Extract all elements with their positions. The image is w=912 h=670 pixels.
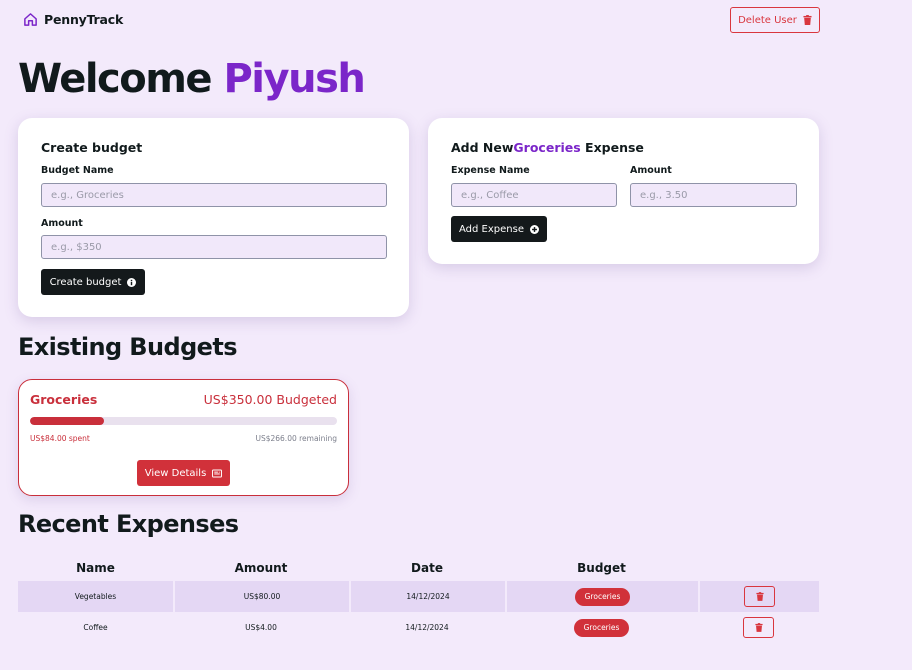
column-header-name: Name: [76, 561, 115, 575]
budget-name-label: Budget Name: [41, 165, 114, 176]
view-details-label: View Details: [144, 467, 207, 479]
expense-actions-cell: [698, 581, 819, 612]
expense-name-cell: Coffee: [83, 623, 108, 632]
welcome-prefix: Welcome: [18, 56, 213, 102]
plus-circle-icon: [529, 224, 539, 234]
budget-progress-fill: [30, 417, 104, 425]
create-budget-button[interactable]: Create budget: [41, 269, 145, 295]
create-budget-button-label: Create budget: [49, 276, 122, 288]
expense-amount-cell: US$4.00: [245, 623, 277, 632]
budget-amount-input[interactable]: [41, 235, 387, 259]
delete-user-button[interactable]: Delete User: [730, 7, 820, 33]
column-header-budget: Budget: [577, 561, 626, 575]
expense-amount-label: Amount: [630, 165, 672, 176]
welcome-heading: Welcome Piyush: [18, 56, 366, 102]
home-icon: [24, 13, 37, 26]
add-expense-card: Add NewGroceries Expense Expense Name Am…: [428, 118, 819, 264]
table-row: Coffee US$4.00 14/12/2024 Groceries: [18, 612, 819, 643]
existing-budgets-heading: Existing Budgets: [18, 333, 237, 361]
expenses-table-header: Name Amount Date Budget: [18, 555, 819, 581]
expense-actions-cell: [698, 612, 819, 643]
delete-expense-button[interactable]: [744, 586, 775, 607]
trash-icon: [803, 15, 812, 25]
table-row: Vegetables US$80.00 14/12/2024 Groceries: [18, 581, 819, 612]
add-expense-title-suffix: Expense: [580, 140, 644, 155]
expense-budget-cell: Groceries: [505, 612, 698, 643]
budget-name-input[interactable]: [41, 183, 387, 207]
add-expense-title-prefix: Add New: [451, 140, 514, 155]
budget-progress-bar: [30, 417, 337, 425]
budget-card: Groceries US$350.00 Budgeted US$84.00 sp…: [18, 379, 349, 496]
budget-amount-label: Amount: [41, 218, 83, 229]
delete-expense-button[interactable]: [743, 617, 774, 638]
add-expense-title: Add NewGroceries Expense: [451, 140, 644, 155]
banknote-icon: [212, 468, 223, 478]
welcome-username: Piyush: [223, 56, 365, 102]
create-budget-card: Create budget Budget Name Amount Create …: [18, 118, 409, 317]
top-navigation: PennyTrack Delete User: [0, 0, 912, 44]
expense-date-cell: 14/12/2024: [349, 581, 505, 612]
budget-card-budgeted: US$350.00 Budgeted: [203, 392, 337, 407]
add-expense-button-label: Add Expense: [459, 223, 524, 235]
create-budget-title: Create budget: [41, 140, 143, 155]
recent-expenses-heading: Recent Expenses: [18, 510, 239, 538]
expenses-table: Name Amount Date Budget Vegetables US$80…: [18, 555, 819, 643]
budget-badge-link[interactable]: Groceries: [574, 587, 631, 606]
budget-card-name: Groceries: [30, 392, 98, 407]
expense-amount-cell: US$80.00: [173, 581, 349, 612]
trash-icon: [755, 592, 764, 601]
expense-name-label: Expense Name: [451, 165, 530, 176]
add-expense-button[interactable]: Add Expense: [451, 216, 547, 242]
column-header-amount: Amount: [234, 561, 288, 575]
expense-budget-cell: Groceries: [505, 581, 698, 612]
delete-user-label: Delete User: [738, 14, 797, 26]
brand-name: PennyTrack: [44, 12, 124, 27]
expense-date-cell: 14/12/2024: [405, 623, 449, 632]
info-circle-icon: [127, 277, 137, 287]
expense-amount-input[interactable]: [630, 183, 797, 207]
app-page: PennyTrack Delete User Welcome Piyush Cr…: [0, 0, 912, 670]
expense-name-cell: Vegetables: [74, 592, 117, 601]
budget-spent: US$84.00 spent: [30, 434, 90, 443]
trash-icon: [754, 623, 763, 632]
budget-remaining: US$266.00 remaining: [255, 434, 337, 443]
view-details-button[interactable]: View Details: [137, 460, 230, 486]
column-header-date: Date: [411, 561, 443, 575]
brand-link[interactable]: PennyTrack: [23, 12, 123, 27]
expense-name-input[interactable]: [451, 183, 617, 207]
budget-badge-link[interactable]: Groceries: [573, 618, 630, 637]
add-expense-budget-name: Groceries: [513, 140, 581, 155]
